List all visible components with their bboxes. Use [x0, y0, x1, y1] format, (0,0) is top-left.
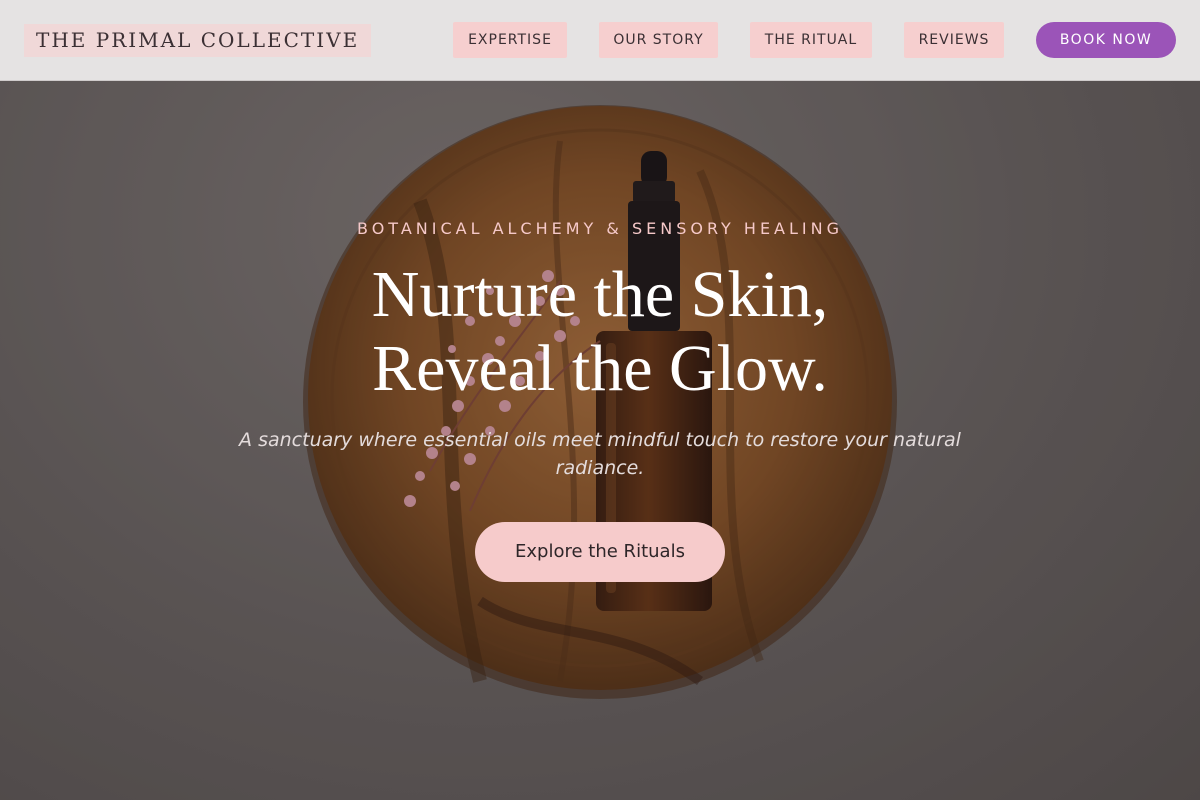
nav-our-story[interactable]: OUR STORY	[599, 22, 718, 58]
headline-line-1: Nurture the Skin,	[371, 258, 829, 331]
nav-reviews[interactable]: REVIEWS	[904, 22, 1004, 58]
hero-kicker: BOTANICAL ALCHEMY & SENSORY HEALING	[357, 219, 843, 238]
hero-headline: Nurture the Skin, Reveal the Glow.	[0, 258, 1200, 406]
explore-rituals-button[interactable]: Explore the Rituals	[475, 522, 725, 582]
site-header: THE PRIMAL COLLECTIVE EXPERTISE OUR STOR…	[0, 0, 1200, 81]
headline-line-2: Reveal the Glow.	[372, 332, 828, 405]
hero-subcopy: A sanctuary where essential oils meet mi…	[239, 429, 961, 479]
nav-the-ritual[interactable]: THE RITUAL	[750, 22, 872, 58]
book-now-button[interactable]: BOOK NOW	[1036, 22, 1176, 58]
brand-logo[interactable]: THE PRIMAL COLLECTIVE	[24, 24, 372, 57]
nav-expertise[interactable]: EXPERTISE	[453, 22, 567, 58]
